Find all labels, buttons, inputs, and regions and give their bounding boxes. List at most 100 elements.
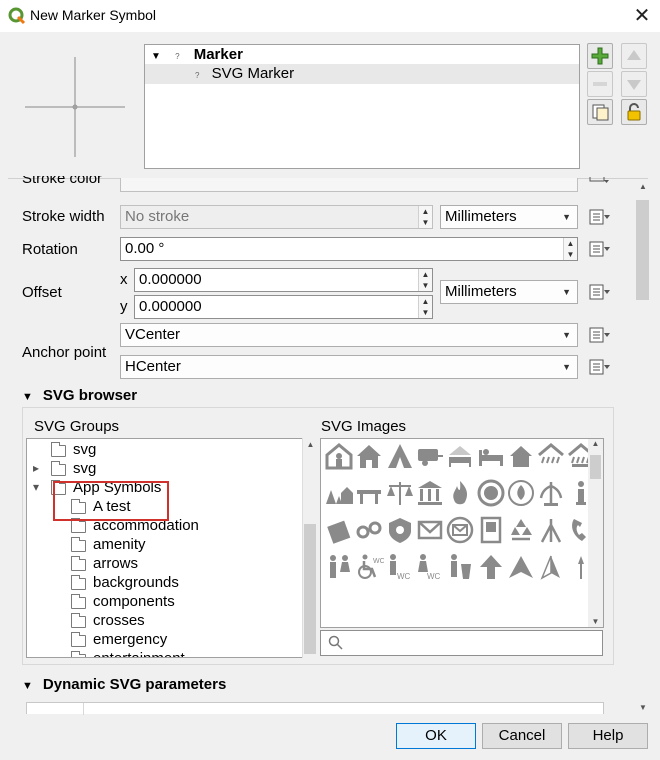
svg-browser-header[interactable]: ▼ SVG browser	[22, 387, 137, 404]
help-button[interactable]: Help	[568, 723, 648, 749]
lock-layer-button[interactable]	[621, 99, 647, 125]
tent-icon[interactable]	[385, 441, 415, 471]
north-arrow-icon[interactable]	[536, 552, 566, 582]
bed-house-icon[interactable]	[445, 441, 475, 471]
police-badge-icon[interactable]	[385, 515, 415, 545]
svg-search-input[interactable]	[320, 630, 603, 656]
bench-icon[interactable]	[354, 478, 384, 508]
arrow-head-icon[interactable]	[506, 552, 536, 582]
folder-icon	[51, 461, 66, 476]
bin-icon[interactable]	[445, 552, 475, 582]
cancel-button[interactable]: Cancel	[482, 723, 562, 749]
door-icon[interactable]	[324, 515, 354, 545]
offset-override-icon[interactable]	[586, 280, 612, 304]
fountain-icon[interactable]	[536, 478, 566, 508]
svg-group-item[interactable]: arrows	[27, 554, 303, 573]
svg-group-label: svg	[73, 460, 97, 477]
house-icon[interactable]	[354, 441, 384, 471]
tree-child-label: SVG Marker	[211, 65, 295, 82]
shelter-icon[interactable]	[324, 441, 354, 471]
expanded-icon[interactable]: ▾	[33, 478, 39, 497]
svg-group-item[interactable]: components	[27, 592, 303, 611]
offset-y-input[interactable]: 0.000000 ▲ ▼	[134, 295, 433, 319]
envelope-icon[interactable]	[415, 515, 445, 545]
scroll-up-icon[interactable]: ▲	[303, 440, 318, 449]
ok-button[interactable]: OK	[396, 723, 476, 749]
vertical-anchor-override-icon[interactable]	[586, 323, 612, 347]
folder-icon	[71, 518, 86, 533]
horizontal-anchor-override-icon[interactable]	[586, 355, 612, 379]
folder-icon	[71, 632, 86, 647]
arrow-up-icon[interactable]	[476, 552, 506, 582]
symbol-layer-tree[interactable]: ▼ ? Marker ? SVG Marker	[144, 44, 580, 169]
cabin-trees-icon[interactable]	[324, 478, 354, 508]
dynamic-svg-header[interactable]: ▼ Dynamic SVG parameters	[22, 676, 226, 693]
wc-man-icon[interactable]: WC	[385, 552, 415, 582]
handcuffs-icon[interactable]	[354, 515, 384, 545]
offset-y-spinner[interactable]: ▲ ▼	[418, 296, 432, 318]
rotation-spinner[interactable]: ▲ ▼	[563, 238, 577, 260]
stroke-width-spinner[interactable]: ▲ ▼	[418, 206, 432, 228]
small-house-icon[interactable]	[506, 441, 536, 471]
svg-group-item[interactable]: ▸ svg	[27, 459, 303, 478]
wc-woman-icon[interactable]: WC	[415, 552, 445, 582]
collapse-icon[interactable]: ▼	[151, 51, 161, 62]
expand-icon[interactable]: ▸	[33, 459, 39, 478]
svg-groups-scroll-thumb[interactable]	[304, 524, 316, 654]
svg-group-item[interactable]: amenity	[27, 535, 303, 554]
svg-group-item[interactable]: entertainment	[27, 649, 303, 657]
folder-icon	[71, 594, 86, 609]
move-down-button[interactable]	[621, 71, 647, 97]
rotation-override-icon[interactable]	[586, 237, 612, 261]
qgis-logo-icon	[8, 7, 26, 25]
courthouse-icon[interactable]	[415, 478, 445, 508]
svg-groups-tree[interactable]: svg ▸ svg ▾ App Symbols A test accommodation am…	[26, 438, 318, 658]
offset-x-spinner[interactable]: ▲ ▼	[418, 269, 432, 291]
selected-group-highlight	[53, 481, 169, 521]
fire-badge-icon[interactable]	[506, 478, 536, 508]
bed-icon[interactable]	[476, 441, 506, 471]
dynamic-svg-table[interactable]	[26, 702, 604, 715]
duplicate-layer-button[interactable]	[587, 99, 613, 125]
tree-row-marker[interactable]: ▼ ? Marker	[151, 45, 243, 65]
stroke-color-override-icon[interactable]	[586, 177, 612, 201]
stroke-color-button[interactable]	[120, 178, 578, 192]
vertical-anchor-select[interactable]: VCenter ▼	[120, 323, 578, 347]
scales-icon[interactable]	[385, 478, 415, 508]
fire-icon[interactable]	[445, 478, 475, 508]
svg-images-scroll-thumb[interactable]	[590, 455, 601, 479]
folder-icon	[71, 575, 86, 590]
svg-images-grid[interactable]: WC WC WC	[320, 438, 604, 628]
shelter-rain-icon[interactable]	[536, 441, 566, 471]
toilets-icon[interactable]	[324, 552, 354, 582]
svg-group-item[interactable]: svg	[27, 440, 303, 459]
move-up-button[interactable]	[621, 43, 647, 69]
svg-group-item[interactable]: emergency	[27, 630, 303, 649]
offset-x-input[interactable]: 0.000000 ▲ ▼	[134, 268, 433, 292]
scroll-down-icon[interactable]: ▼	[636, 703, 650, 712]
svg-group-item[interactable]: crosses	[27, 611, 303, 630]
stroke-width-input[interactable]: No stroke ▲ ▼	[120, 205, 433, 229]
remove-layer-button[interactable]	[587, 71, 613, 97]
rotation-input[interactable]: 0.00 ° ▲ ▼	[120, 237, 578, 261]
horizontal-anchor-select[interactable]: HCenter ▼	[120, 355, 578, 379]
offset-x-label: x	[120, 271, 128, 288]
wheelchair-wc-icon[interactable]: WC	[354, 552, 385, 582]
add-layer-button[interactable]	[587, 43, 613, 69]
stroke-width-override-icon[interactable]	[586, 205, 612, 229]
caravan-icon[interactable]	[415, 441, 445, 471]
svg-group-item[interactable]: backgrounds	[27, 573, 303, 592]
envelope-circle-icon[interactable]	[445, 515, 475, 545]
offset-unit-select[interactable]: Millimeters ▼	[440, 280, 578, 304]
fire-emblem-icon[interactable]	[476, 478, 506, 508]
properties-scroll-thumb[interactable]	[636, 200, 649, 300]
scroll-up-icon[interactable]: ▲	[588, 439, 603, 448]
scroll-up-icon[interactable]: ▲	[636, 182, 650, 191]
stroke-width-unit-select[interactable]: Millimeters ▼	[440, 205, 578, 229]
tree-row-svg-marker[interactable]: ? SVG Marker	[145, 64, 579, 84]
scroll-down-icon[interactable]: ▼	[588, 617, 603, 626]
close-button[interactable]: ✕	[628, 2, 656, 30]
tripod-icon[interactable]	[536, 515, 566, 545]
recycle-icon[interactable]	[506, 515, 536, 545]
phone-box-icon[interactable]	[476, 515, 506, 545]
